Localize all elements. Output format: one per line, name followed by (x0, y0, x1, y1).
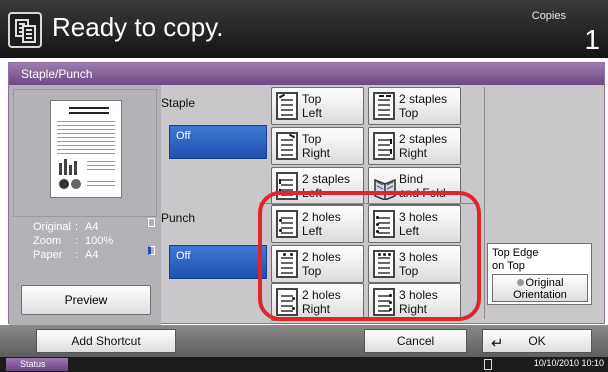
punch-three-left-icon (373, 210, 395, 238)
staple-two-right-icon (373, 132, 395, 160)
staple-top-left-icon (276, 92, 298, 120)
copy-function-icon (8, 12, 42, 48)
staple-label: Staple (161, 96, 196, 110)
staple-off-button[interactable]: Off (169, 125, 267, 159)
status-bar: Status 10/10/2010 10:10 (0, 357, 608, 372)
staple-two-top-icon (373, 92, 395, 120)
document-thumbnail (50, 100, 122, 198)
orientation-value: Top Edge on Top (492, 247, 539, 272)
bottom-action-bar: Add Shortcut Cancel ↵ OK (0, 325, 608, 357)
punch-three-right-button[interactable]: 3 holes Right (368, 283, 461, 321)
punch-two-right-icon (276, 288, 298, 316)
original-size-info: Original: A4 (33, 221, 99, 233)
punch-three-top-icon (373, 250, 395, 278)
original-orientation-button[interactable]: Original Orientation (492, 274, 588, 302)
zoom-info: Zoom:100% (33, 235, 114, 247)
punch-two-left-button[interactable]: 2 holes Left (271, 205, 364, 243)
enter-icon: ↵ (491, 335, 504, 352)
status-button[interactable]: Status (6, 358, 68, 371)
right-column-divider (484, 87, 485, 319)
paper-tray-icon (148, 246, 155, 255)
staple-two-left-button[interactable]: 2 staples Left (271, 167, 364, 205)
punch-off-button[interactable]: Off (169, 245, 267, 279)
punch-two-right-button[interactable]: 2 holes Right (271, 283, 364, 321)
staple-two-top-button[interactable]: 2 staples Top (368, 87, 461, 125)
booklet-icon (373, 172, 396, 201)
staple-top-left-button[interactable]: Top Left (271, 87, 364, 125)
status-message: Ready to copy. (52, 12, 224, 42)
copies-count: 1 (584, 24, 600, 55)
section-divider (259, 203, 479, 204)
add-shortcut-button[interactable]: Add Shortcut (36, 329, 176, 353)
paper-size-info: Paper: A4 (33, 249, 99, 261)
original-orientation-panel: Top Edge on Top Original Orientation (487, 243, 592, 305)
date-time: 10/10/2010 10:10 (533, 358, 604, 368)
cancel-button[interactable]: Cancel (364, 329, 467, 353)
radio-indicator-icon (516, 279, 524, 286)
punch-three-right-icon (373, 288, 395, 316)
staple-two-right-button[interactable]: 2 staples Right (368, 127, 461, 165)
staple-two-left-icon (276, 172, 298, 200)
punch-label: Punch (161, 211, 196, 225)
document-status-icon (484, 359, 492, 370)
punch-two-top-icon (276, 250, 298, 278)
punch-three-top-button[interactable]: 3 holes Top (368, 245, 461, 283)
preview-button[interactable]: Preview (21, 285, 151, 315)
staple-punch-dialog: Staple/Punch Original: A4 Zoom: 100% P… (8, 62, 605, 325)
ok-button[interactable]: ↵ OK (482, 329, 592, 353)
staple-top-right-button[interactable]: Top Right (271, 127, 364, 165)
header-bar: Ready to copy. Copies 1 (0, 0, 608, 58)
punch-two-top-button[interactable]: 2 holes Top (271, 245, 364, 283)
copies-label: Copies (531, 10, 566, 22)
staple-top-right-icon (276, 132, 298, 160)
dialog-title: Staple/Punch (21, 67, 93, 81)
punch-two-left-icon (276, 210, 298, 238)
punch-three-left-button[interactable]: 3 holes Left (368, 205, 461, 243)
original-doc-icon (148, 218, 155, 227)
preview-area (13, 89, 157, 217)
bind-and-fold-button[interactable]: Bind and Fold (368, 167, 461, 205)
preview-panel: Original: A4 Zoom:100% Paper: A4 Preview (9, 85, 161, 325)
dialog-title-bar: Staple/Punch (9, 63, 604, 85)
